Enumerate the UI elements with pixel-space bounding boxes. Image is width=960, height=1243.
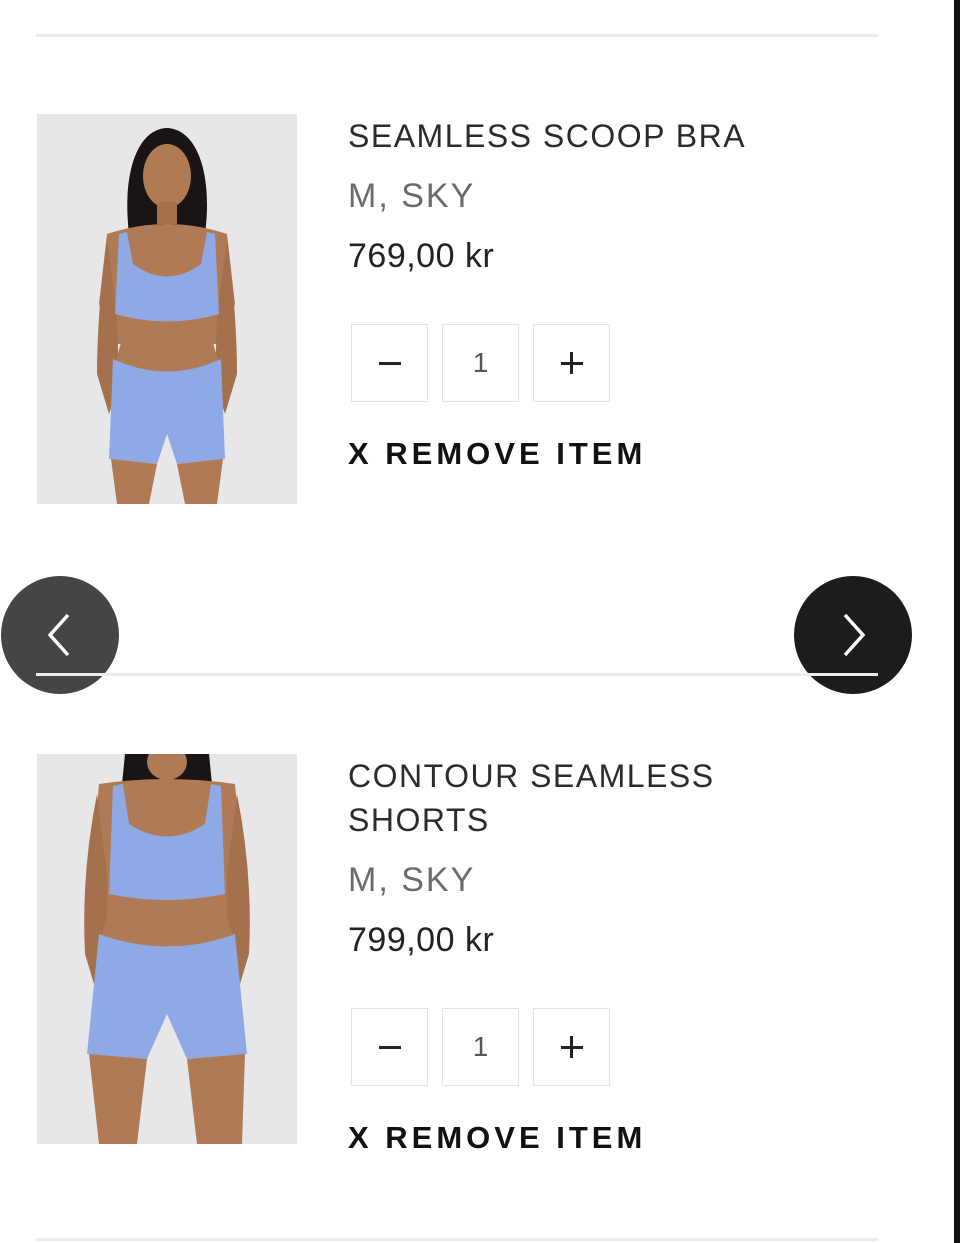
product-image[interactable] [37, 114, 297, 504]
quantity-field[interactable]: 1 [442, 324, 519, 402]
decrease-quantity-button[interactable] [351, 324, 428, 402]
minus-icon [378, 1045, 401, 1049]
product-name[interactable]: SEAMLESS SCOOP BRA [348, 114, 788, 158]
chevron-left-icon [47, 613, 70, 657]
plus-icon [560, 1036, 583, 1058]
divider [36, 673, 878, 676]
chevron-right-icon [843, 613, 866, 657]
model-bra-photo [37, 114, 297, 504]
product-price: 769,00 kr [348, 237, 495, 275]
product-variant: M, SKY [348, 177, 476, 215]
remove-item-button[interactable]: X REMOVE ITEM [348, 436, 646, 472]
increase-quantity-button[interactable] [533, 1008, 610, 1086]
divider [36, 34, 878, 37]
remove-item-button[interactable]: X REMOVE ITEM [348, 1120, 646, 1156]
divider [36, 1238, 878, 1241]
model-shorts-photo [37, 754, 297, 1144]
decrease-quantity-button[interactable] [351, 1008, 428, 1086]
product-name[interactable]: CONTOUR SEAMLESS SHORTS [348, 754, 788, 842]
product-variant: M, SKY [348, 861, 476, 899]
screen-edge [954, 0, 960, 1243]
increase-quantity-button[interactable] [533, 324, 610, 402]
product-image[interactable] [37, 754, 297, 1144]
previous-button[interactable] [1, 576, 119, 694]
next-button[interactable] [794, 576, 912, 694]
item-details: CONTOUR SEAMLESS SHORTS M, SKY 799,00 kr… [348, 754, 788, 1156]
quantity-field[interactable]: 1 [442, 1008, 519, 1086]
quantity-stepper: 1 [348, 1008, 788, 1086]
plus-icon [560, 352, 583, 374]
item-details: SEAMLESS SCOOP BRA M, SKY 769,00 kr 1 X … [348, 114, 788, 472]
minus-icon [378, 361, 401, 365]
quantity-stepper: 1 [348, 324, 788, 402]
product-price: 799,00 kr [348, 921, 495, 959]
